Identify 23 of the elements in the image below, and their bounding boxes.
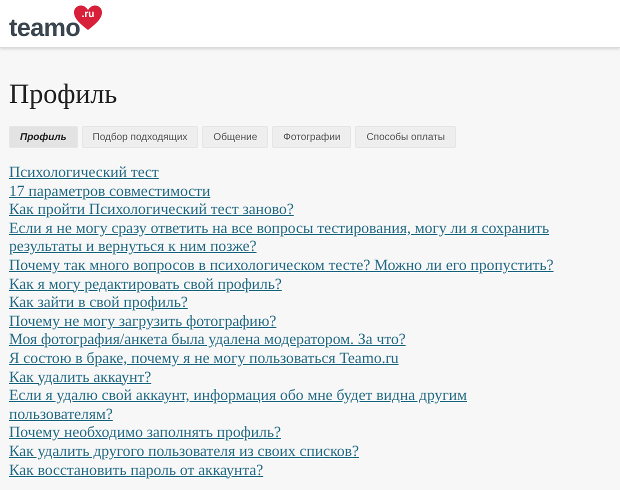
tab[interactable]: Профиль [9, 126, 78, 148]
page-title: Профиль [9, 78, 118, 112]
faq-link[interactable]: Психологический тест [9, 164, 571, 183]
tab[interactable]: Подбор подходящих [82, 126, 198, 148]
faq-link[interactable]: Я состою в браке, почему я не могу пользоваться Teamo.ru [9, 350, 571, 369]
faq-link[interactable]: Как удалить другого пользователя из своих списков? [9, 442, 571, 462]
logo-domain: .ru [82, 8, 94, 20]
faq-link[interactable]: 17 параметров совместимости [9, 182, 571, 202]
faq-link[interactable]: Если я не могу сразу ответить на все вопросы тестирования, могу ли я сохранить результаты и вернуться к ним позже? [9, 220, 571, 257]
faq-link[interactable]: Моя фотография/анкета была удалена модератором. За что? [9, 331, 571, 350]
tab[interactable]: Способы оплаты [355, 126, 456, 148]
faq-link[interactable]: Почему необходимо заполнять профиль? [9, 424, 571, 443]
faq-link[interactable]: Почему не могу загрузить фотографию? [9, 312, 571, 332]
logo-text: teamo [9, 12, 80, 42]
faq-link[interactable]: Как я могу редактировать свой профиль? [9, 276, 571, 294]
faq-link[interactable]: Если я удалю свой аккаунт, информация обо мне будет видна другим пользователям? [9, 387, 571, 424]
tab[interactable]: Общение [202, 126, 268, 148]
faq-link[interactable]: Как восстановить пароль от аккаунта? [9, 462, 571, 480]
faq-link[interactable]: Как зайти в свой профиль? [9, 294, 571, 313]
faq-link[interactable]: Почему так много вопросов в психологическом тесте? Можно ли его пропустить? [9, 256, 571, 276]
tab[interactable]: Фотографии [272, 126, 352, 148]
faq-link[interactable]: Как пройти Психологический тест заново? [9, 201, 571, 220]
faq-link[interactable]: Как удалить аккаунт? [9, 368, 571, 388]
